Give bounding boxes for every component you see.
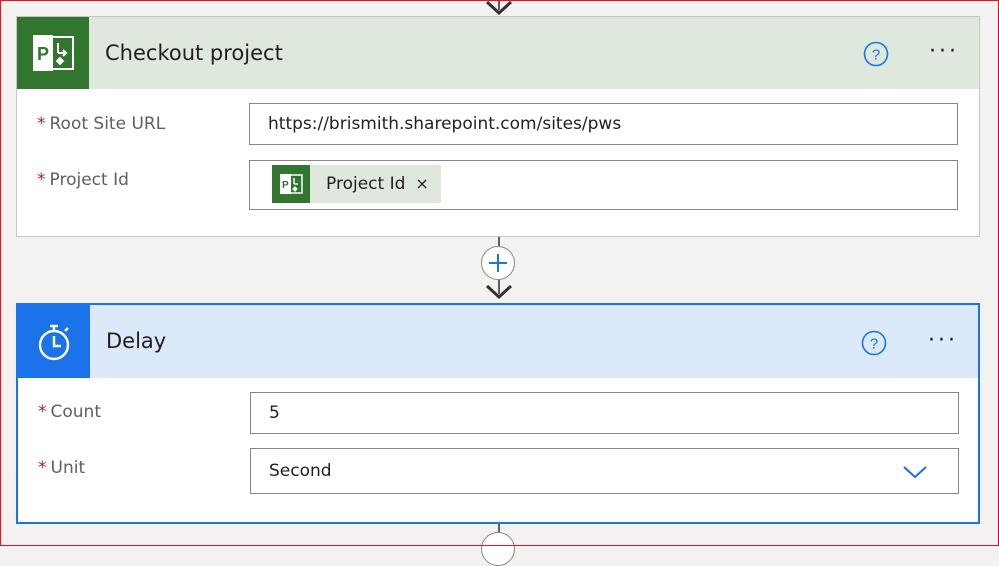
more-options-button[interactable]: ··· xyxy=(924,328,962,354)
connector-arrow-icon xyxy=(485,284,513,300)
svg-text:P: P xyxy=(282,180,289,191)
token-remove-button[interactable]: × xyxy=(415,164,428,204)
required-marker: * xyxy=(38,458,47,478)
count-label: * Count xyxy=(38,402,101,422)
required-marker: * xyxy=(37,114,46,134)
checkout-card-header[interactable]: P Checkout project ? ··· xyxy=(17,17,979,89)
unit-dropdown[interactable]: Second xyxy=(250,448,959,494)
help-circle-icon[interactable]: ? xyxy=(861,330,887,356)
unit-label: * Unit xyxy=(38,458,86,478)
delay-card-title: Delay xyxy=(106,329,167,353)
plus-icon xyxy=(489,254,507,272)
top-arrow-icon xyxy=(485,0,513,16)
svg-text:?: ? xyxy=(870,336,878,353)
project-id-input[interactable]: P Project Id × xyxy=(249,160,958,210)
project-icon: P xyxy=(280,174,303,194)
project-app-tile: P xyxy=(17,17,89,89)
project-id-token[interactable]: P Project Id × xyxy=(272,165,441,203)
project-id-label: * Project Id xyxy=(37,170,129,190)
required-marker: * xyxy=(38,402,47,422)
unit-dropdown-value: Second xyxy=(269,461,332,481)
connector-line xyxy=(498,524,500,532)
checkout-card-title: Checkout project xyxy=(105,41,283,65)
help-circle-icon[interactable]: ? xyxy=(863,41,889,67)
timer-icon xyxy=(38,324,70,361)
delay-card-header[interactable]: Delay ? ··· xyxy=(18,305,978,378)
project-id-token-label: Project Id xyxy=(326,174,406,194)
checkout-project-card[interactable]: P Checkout project ? ··· * Root Site URL … xyxy=(16,16,980,237)
project-icon: P xyxy=(33,35,74,71)
add-step-button[interactable] xyxy=(481,532,515,566)
root-site-url-input[interactable]: https://brismith.sharepoint.com/sites/pw… xyxy=(249,103,958,145)
chevron-down-icon[interactable] xyxy=(902,464,928,480)
more-options-button[interactable]: ··· xyxy=(925,39,963,65)
delay-app-tile xyxy=(18,305,90,378)
delay-card[interactable]: Delay ? ··· * Count 5 * Unit Second xyxy=(16,303,980,524)
svg-text:?: ? xyxy=(872,47,880,64)
root-site-url-label: * Root Site URL xyxy=(37,114,166,134)
connector-line xyxy=(498,237,500,246)
add-step-button[interactable] xyxy=(481,246,515,280)
required-marker: * xyxy=(37,170,46,190)
token-project-tile: P xyxy=(272,165,310,203)
svg-text:P: P xyxy=(37,44,49,64)
count-input[interactable]: 5 xyxy=(250,392,959,434)
